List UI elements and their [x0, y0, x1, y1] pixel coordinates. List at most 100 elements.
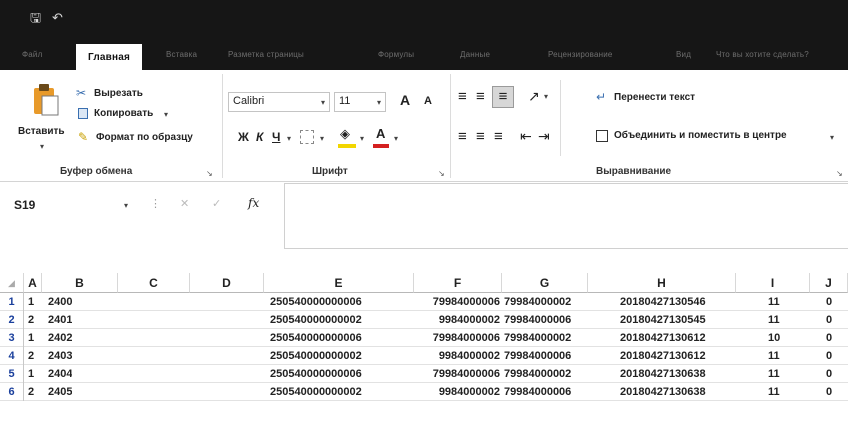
copy-button[interactable]: Копировать — [94, 108, 153, 119]
tab-file[interactable]: Файл — [22, 50, 42, 59]
cell-j[interactable]: 0 — [826, 383, 832, 401]
tab-formulas[interactable]: Формулы — [378, 50, 414, 59]
more-options-icon[interactable]: ⋮ — [150, 197, 161, 210]
chevron-down-icon[interactable]: ▾ — [124, 201, 128, 210]
borders-dropdown-icon[interactable]: ▾ — [320, 134, 324, 143]
cell-j[interactable]: 0 — [826, 347, 832, 365]
cell-b[interactable]: 2404 — [48, 365, 72, 383]
bold-button[interactable]: Ж — [238, 130, 249, 144]
font-color-button[interactable]: A — [376, 126, 385, 141]
increase-font-button[interactable]: A — [400, 92, 410, 108]
cell-h[interactable]: 20180427130612 — [620, 329, 706, 347]
scissors-icon[interactable]: ✂ — [76, 86, 86, 100]
borders-icon[interactable] — [300, 130, 314, 144]
column-header-d[interactable]: D — [190, 273, 264, 293]
cell-a[interactable]: 1 — [28, 365, 34, 383]
orientation-dropdown-icon[interactable]: ▾ — [544, 92, 548, 101]
column-header-j[interactable]: J — [810, 273, 848, 293]
cell-j[interactable]: 0 — [826, 329, 832, 347]
cell-a[interactable]: 1 — [28, 329, 34, 347]
cell-g[interactable]: 79984000006 — [504, 347, 571, 365]
cell-a[interactable]: 2 — [28, 311, 34, 329]
cell-b[interactable]: 2403 — [48, 347, 72, 365]
italic-button[interactable]: К — [256, 130, 263, 144]
cell-g[interactable]: 79984000002 — [504, 329, 571, 347]
underline-dropdown-icon[interactable]: ▾ — [287, 134, 291, 143]
cell-h[interactable]: 20180427130638 — [620, 383, 706, 401]
save-icon[interactable]: 🖫 — [30, 10, 41, 26]
cancel-icon[interactable]: ✕ — [180, 197, 189, 210]
cell-g[interactable]: 79984000006 — [504, 311, 571, 329]
align-top-icon[interactable]: ≡ — [458, 88, 467, 105]
cell-i[interactable]: 11 — [768, 383, 780, 401]
cell-e[interactable]: 250540000000006 — [270, 293, 362, 311]
cell-f[interactable]: 9984000002 — [414, 347, 500, 365]
cell-b[interactable]: 2400 — [48, 293, 72, 311]
cell-e[interactable]: 250540000000002 — [270, 311, 362, 329]
tab-view[interactable]: Вид — [676, 50, 691, 59]
cut-button[interactable]: Вырезать — [94, 88, 143, 99]
row-header[interactable]: 2 — [0, 311, 24, 329]
cell-a[interactable]: 2 — [28, 383, 34, 401]
cell-j[interactable]: 0 — [826, 311, 832, 329]
font-name-select[interactable]: Calibri ▾ — [228, 92, 330, 112]
cell-i[interactable]: 11 — [768, 293, 780, 311]
row-header[interactable]: 6 — [0, 383, 24, 401]
align-middle-icon[interactable]: ≡ — [476, 88, 485, 105]
cell-h[interactable]: 20180427130612 — [620, 347, 706, 365]
cell-j[interactable]: 0 — [826, 293, 832, 311]
cell-f[interactable]: 9984000002 — [414, 311, 500, 329]
align-left-icon[interactable]: ≡ — [458, 128, 467, 145]
formula-input[interactable] — [284, 183, 848, 249]
cell-e[interactable]: 250540000000002 — [270, 347, 362, 365]
fill-color-dropdown-icon[interactable]: ▾ — [360, 134, 364, 143]
row-header[interactable]: 4 — [0, 347, 24, 365]
cell-b[interactable]: 2401 — [48, 311, 72, 329]
wrap-text-button[interactable]: Перенести текст — [614, 92, 695, 103]
cell-g[interactable]: 79984000006 — [504, 383, 571, 401]
wrap-text-icon[interactable]: ↵ — [596, 90, 606, 104]
undo-icon[interactable]: ↶ — [52, 10, 63, 26]
copy-dropdown-icon[interactable]: ▾ — [164, 110, 168, 119]
merge-center-button[interactable]: Объединить и поместить в центре — [614, 130, 787, 141]
font-size-select[interactable]: 11 ▾ — [334, 92, 386, 112]
underline-button[interactable]: Ч — [272, 130, 280, 144]
decrease-font-button[interactable]: A — [424, 95, 432, 107]
cell-h[interactable]: 20180427130638 — [620, 365, 706, 383]
column-header-i[interactable]: I — [736, 273, 810, 293]
cell-b[interactable]: 2405 — [48, 383, 72, 401]
cell-a[interactable]: 1 — [28, 293, 34, 311]
function-icon[interactable]: fx — [248, 196, 259, 210]
tell-me-search[interactable]: Что вы хотите сделать? — [716, 50, 809, 59]
cell-i[interactable]: 10 — [768, 329, 780, 347]
row-header[interactable]: 3 — [0, 329, 24, 347]
tab-data[interactable]: Данные — [460, 50, 490, 59]
cell-h[interactable]: 20180427130546 — [620, 293, 706, 311]
merge-dropdown-icon[interactable]: ▾ — [830, 133, 834, 142]
cell-f[interactable]: 79984000006 — [414, 365, 500, 383]
cell-f[interactable]: 79984000006 — [414, 329, 500, 347]
column-header-c[interactable]: C — [118, 273, 190, 293]
align-bottom-icon[interactable]: ≡ — [492, 86, 514, 108]
paste-dropdown-icon[interactable]: ▾ — [40, 142, 44, 151]
name-box[interactable]: S19 ▾ — [8, 193, 148, 219]
column-header-a[interactable]: A — [24, 273, 42, 293]
tab-insert[interactable]: Вставка — [166, 50, 197, 59]
cell-b[interactable]: 2402 — [48, 329, 72, 347]
cell-i[interactable]: 11 — [768, 311, 780, 329]
format-painter-icon[interactable]: ✎ — [78, 130, 88, 144]
cell-e[interactable]: 250540000000006 — [270, 329, 362, 347]
font-color-dropdown-icon[interactable]: ▾ — [394, 134, 398, 143]
cell-i[interactable]: 11 — [768, 365, 780, 383]
cell-e[interactable]: 250540000000002 — [270, 383, 362, 401]
row-header[interactable]: 5 — [0, 365, 24, 383]
column-header-h[interactable]: H — [588, 273, 736, 293]
fill-color-icon[interactable]: ◈ — [340, 126, 350, 142]
cell-i[interactable]: 11 — [768, 347, 780, 365]
align-right-icon[interactable]: ≡ — [494, 128, 503, 145]
select-all-corner[interactable]: ◢ — [0, 273, 24, 293]
alignment-launcher-icon[interactable]: ↘ — [836, 169, 843, 178]
column-header-f[interactable]: F — [414, 273, 502, 293]
cell-f[interactable]: 9984000002 — [414, 383, 500, 401]
paste-icon[interactable] — [32, 82, 60, 116]
